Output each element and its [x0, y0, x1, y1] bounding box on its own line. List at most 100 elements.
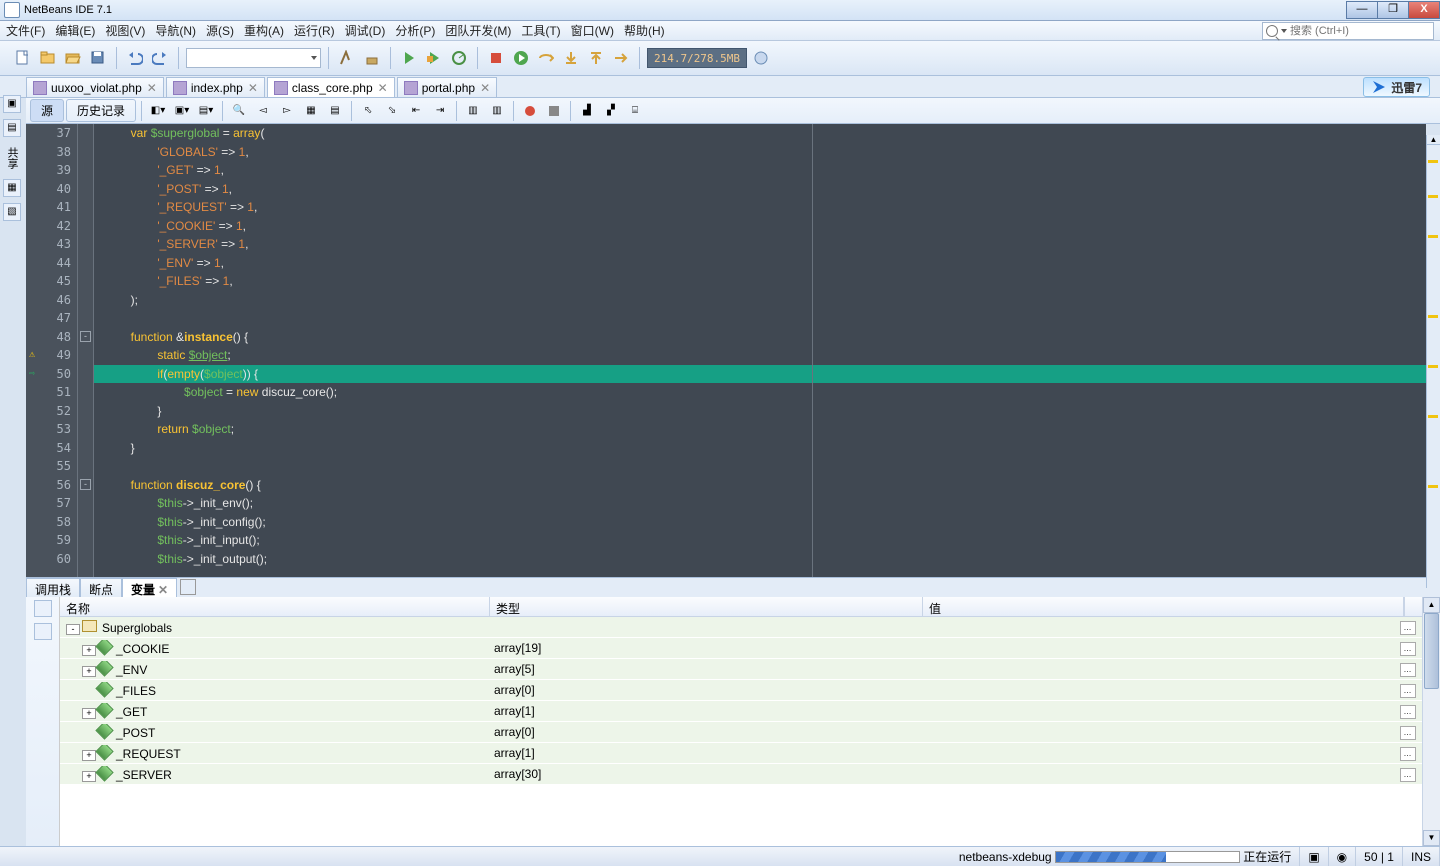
line-number[interactable]: 44 — [26, 254, 77, 273]
variable-row[interactable]: +_REQUESTarray[1]… — [60, 743, 1422, 764]
close-icon[interactable]: ✕ — [480, 81, 490, 95]
line-number[interactable]: 39 — [26, 161, 77, 180]
line-number[interactable]: 51 — [26, 383, 77, 402]
misc3-icon[interactable]: ⌸ — [624, 100, 646, 122]
line-number[interactable]: 46 — [26, 291, 77, 310]
scroll-down-icon[interactable]: ▼ — [1423, 830, 1440, 846]
misc1-icon[interactable]: ▟ — [576, 100, 598, 122]
misc2-icon[interactable]: ▞ — [600, 100, 622, 122]
config-combo[interactable] — [186, 48, 321, 68]
stripe-up-icon[interactable]: ▲ — [1427, 135, 1440, 145]
expand-icon[interactable]: - — [66, 624, 80, 635]
ellipsis-button[interactable]: … — [1400, 726, 1416, 740]
ellipsis-button[interactable]: … — [1400, 747, 1416, 761]
code-line[interactable]: $this->_init_input(); — [94, 531, 1426, 550]
fold-toggle-icon[interactable]: - — [80, 331, 91, 342]
file-tab[interactable]: class_core.php✕ — [267, 77, 395, 97]
menu-file[interactable]: 文件(F) — [6, 22, 45, 39]
macro-record-icon[interactable] — [519, 100, 541, 122]
code-line[interactable]: if(empty($object)) { — [94, 365, 1426, 384]
search-input[interactable] — [1290, 25, 1420, 37]
navigator-icon[interactable]: ▦ — [3, 179, 21, 197]
debug-button[interactable] — [423, 47, 445, 69]
header-settings-icon[interactable] — [1404, 597, 1422, 616]
code-line[interactable]: '_FILES' => 1, — [94, 272, 1426, 291]
close-icon[interactable]: ✕ — [248, 81, 258, 95]
variable-row[interactable]: +_COOKIEarray[19]… — [60, 638, 1422, 659]
file-tab[interactable]: portal.php✕ — [397, 77, 497, 97]
variable-row[interactable]: _FILESarray[0]… — [60, 680, 1422, 701]
code-line[interactable]: } — [94, 439, 1426, 458]
line-number[interactable]: 40 — [26, 180, 77, 199]
sidebar-label[interactable]: 共享 — [4, 143, 20, 173]
line-number[interactable]: 42 — [26, 217, 77, 236]
find-prev-icon[interactable]: ◅ — [252, 100, 274, 122]
variables-scrollbar[interactable]: ▲ ▼ — [1422, 597, 1440, 846]
expand-icon[interactable]: + — [82, 708, 96, 719]
shift-right-icon[interactable]: ⇥ — [429, 100, 451, 122]
close-icon[interactable]: ✕ — [147, 81, 157, 95]
step-out-button[interactable] — [585, 47, 607, 69]
services-icon[interactable]: ▧ — [3, 203, 21, 221]
variable-row[interactable]: +_ENVarray[5]… — [60, 659, 1422, 680]
menu-window[interactable]: 窗口(W) — [571, 22, 614, 39]
code-line[interactable]: '_POST' => 1, — [94, 180, 1426, 199]
file-tab[interactable]: index.php✕ — [166, 77, 265, 97]
redo-button[interactable] — [149, 47, 171, 69]
run-to-cursor-button[interactable] — [610, 47, 632, 69]
code-line[interactable]: var $superglobal = array( — [94, 124, 1426, 143]
nav-last-icon[interactable]: ▤▾ — [195, 100, 217, 122]
continue-button[interactable] — [510, 47, 532, 69]
comment-icon[interactable]: ▥ — [462, 100, 484, 122]
heap-usage[interactable]: 214.7/278.5MB — [647, 48, 747, 68]
code-line[interactable]: static $object; — [94, 346, 1426, 365]
profile-button[interactable] — [448, 47, 470, 69]
toggle-bookmark-icon[interactable]: ▤ — [324, 100, 346, 122]
line-number[interactable]: 37 — [26, 124, 77, 143]
line-number[interactable]: 48 — [26, 328, 77, 347]
code-line[interactable]: $this->_init_env(); — [94, 494, 1426, 513]
open-project-button[interactable] — [62, 47, 84, 69]
ellipsis-button[interactable]: … — [1400, 705, 1416, 719]
code-line[interactable]: function &instance() { — [94, 328, 1426, 347]
line-number[interactable]: 55 — [26, 457, 77, 476]
line-number[interactable]: 52 — [26, 402, 77, 421]
step-over-button[interactable] — [535, 47, 557, 69]
code-line[interactable]: '_ENV' => 1, — [94, 254, 1426, 273]
history-tab[interactable]: 历史记录 — [66, 99, 136, 122]
code-line[interactable] — [94, 457, 1426, 476]
variable-row[interactable]: +_GETarray[1]… — [60, 701, 1422, 722]
ellipsis-button[interactable]: … — [1400, 684, 1416, 698]
line-number[interactable]: 43 — [26, 235, 77, 254]
find-next-icon[interactable]: ▻ — [276, 100, 298, 122]
menu-analyze[interactable]: 分析(P) — [395, 22, 435, 39]
close-icon[interactable]: ✕ — [158, 583, 168, 597]
expand-icon[interactable]: + — [82, 645, 96, 656]
code-line[interactable]: $this->_init_config(); — [94, 513, 1426, 532]
menu-team[interactable]: 团队开发(M) — [445, 22, 511, 39]
status-icon1[interactable]: ▣ — [1300, 847, 1328, 866]
expand-icon[interactable]: + — [82, 666, 96, 677]
watch-icon[interactable] — [34, 600, 52, 617]
menu-edit[interactable]: 编辑(E) — [55, 22, 95, 39]
line-number[interactable]: 49 — [26, 346, 77, 365]
run-button[interactable] — [398, 47, 420, 69]
menu-view[interactable]: 视图(V) — [105, 22, 145, 39]
ellipsis-button[interactable]: … — [1400, 621, 1416, 635]
minimize-button[interactable]: — — [1346, 1, 1378, 19]
new-file-button[interactable] — [12, 47, 34, 69]
find-selection-icon[interactable]: 🔍 — [228, 100, 250, 122]
line-number[interactable]: 41 — [26, 198, 77, 217]
error-stripe[interactable]: ▲ — [1426, 135, 1440, 588]
variable-row[interactable]: -Superglobals… — [60, 617, 1422, 638]
variable-row[interactable]: _POSTarray[0]… — [60, 722, 1422, 743]
code-line[interactable]: function discuz_core() { — [94, 476, 1426, 495]
close-button[interactable]: X — [1408, 1, 1440, 19]
code-line[interactable]: return $object; — [94, 420, 1426, 439]
prev-bookmark-icon[interactable]: ⬁ — [357, 100, 379, 122]
code-line[interactable]: '_COOKIE' => 1, — [94, 217, 1426, 236]
line-number[interactable]: 47 — [26, 309, 77, 328]
nav-back-icon[interactable]: ◧▾ — [147, 100, 169, 122]
menu-tools[interactable]: 工具(T) — [521, 22, 560, 39]
line-number[interactable]: 58 — [26, 513, 77, 532]
